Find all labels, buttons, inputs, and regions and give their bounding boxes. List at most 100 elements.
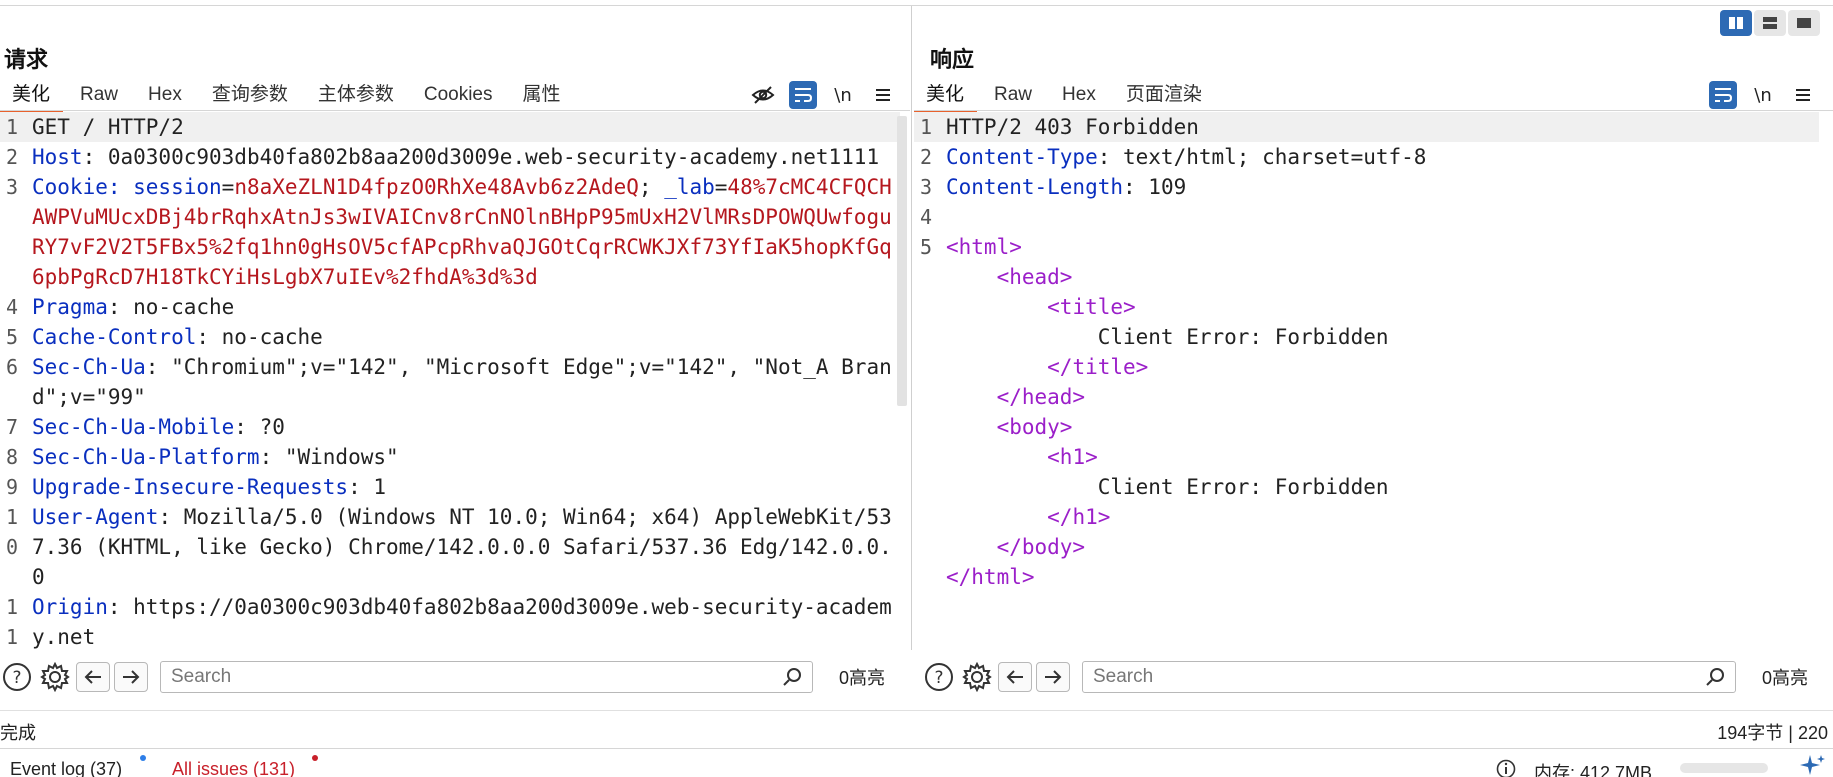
request-editor-divider: [0, 110, 910, 111]
memory-usage: 内存: 412.7MB: [1534, 763, 1653, 777]
tab-request-0[interactable]: 美化: [0, 78, 65, 114]
tab-response-3[interactable]: 页面渲染: [1111, 78, 1217, 112]
tab-request-5[interactable]: Cookies: [409, 78, 508, 112]
request-tools: \n: [749, 78, 897, 112]
issues-dot-icon: [312, 755, 318, 761]
next-arrow-icon[interactable]: [114, 662, 148, 692]
tab-response-0[interactable]: 美化: [914, 78, 979, 114]
settings-gear-icon[interactable]: [38, 660, 72, 694]
line-number: 2: [919, 145, 933, 169]
line-number: 6: [5, 355, 19, 379]
code-line: 9 Upgrade-Insecure-Requests: 1: [0, 472, 900, 502]
memory-bar: [1680, 763, 1768, 773]
request-editor[interactable]: 1 GET / HTTP/2 2 Host: 0a0300c903db40fa802b…: [0, 112, 900, 655]
bottom-bar: Event log (37) All issues (131) 内存: 412.…: [0, 748, 1833, 777]
line-number: 1: [5, 115, 19, 139]
previous-arrow-icon[interactable]: [998, 662, 1032, 692]
line-number: 4: [919, 205, 933, 229]
cookie-eq: =: [221, 175, 235, 199]
code-line: </body>: [914, 532, 1819, 562]
event-log-link[interactable]: Event log (37): [10, 759, 122, 777]
tab-request-3[interactable]: 查询参数: [197, 78, 303, 112]
tab-request-1[interactable]: Raw: [65, 78, 133, 112]
header-name: Sec-Ch-Ua: [32, 355, 146, 379]
cookie-sep: ;: [638, 175, 665, 199]
cookie-name: _lab: [664, 175, 715, 199]
all-issues-link[interactable]: All issues (131): [172, 759, 295, 777]
header-value: : Mozilla/5.0 (Windows NT 10.0; Win64; x…: [32, 505, 892, 589]
line-number: 7: [5, 415, 19, 439]
request-title: 请求: [4, 47, 49, 72]
line-number: 8: [5, 445, 19, 469]
response-title: 响应: [930, 47, 975, 72]
newline-toggle-icon[interactable]: \n: [1749, 81, 1777, 109]
code-line: 1 HTTP/2 403 Forbidden: [914, 112, 1819, 142]
previous-arrow-icon[interactable]: [76, 662, 110, 692]
line-number: 11: [5, 595, 19, 649]
code-line: </head>: [914, 382, 1819, 412]
header-value: : 0a0300c903db40fa802b8aa200d3009e.web-s…: [82, 145, 880, 169]
line-text: HTTP/2 403 Forbidden: [946, 115, 1199, 139]
ai-sparkle-icon[interactable]: [1798, 753, 1828, 777]
status-bar: 完成 194字节 | 220: [0, 710, 1833, 744]
tab-response-2[interactable]: Hex: [1047, 78, 1111, 112]
header-name: Sec-Ch-Ua-Platform: [32, 445, 260, 469]
code-line: </h1>: [914, 502, 1819, 532]
html-tag: <body>: [996, 415, 1073, 439]
search-input[interactable]: [1093, 666, 1705, 688]
response-search-bar: ? 0高亮: [922, 653, 1833, 701]
header-value: : 1: [348, 475, 387, 499]
word-wrap-icon[interactable]: [789, 81, 817, 109]
html-tag: </h1>: [1047, 505, 1111, 529]
response-tools: \n: [1709, 78, 1817, 112]
code-line: <title>: [914, 292, 1819, 322]
line-number: 5: [919, 235, 933, 259]
code-line: </html>: [914, 562, 1819, 592]
help-icon[interactable]: ?: [922, 660, 956, 694]
request-pane: 请求 美化 Raw Hex 查询参数 主体参数 Cookies 属性 \n 1 GET / H…: [0, 6, 912, 650]
html-tag: </head>: [996, 385, 1086, 409]
header-name: Upgrade-Insecure-Requests: [32, 475, 349, 499]
tab-request-4[interactable]: 主体参数: [303, 78, 409, 112]
help-icon[interactable]: ?: [0, 660, 34, 694]
header-value: : 109: [1123, 175, 1187, 199]
header-name: Origin: [32, 595, 108, 619]
header-value: : "Windows": [259, 445, 399, 469]
response-editor[interactable]: 1 HTTP/2 403 Forbidden 2 Content-Type: text…: [914, 112, 1819, 655]
header-value: : "Chromium";v="142", "Microsoft Edge";v…: [32, 355, 892, 409]
code-line: 4: [914, 202, 1819, 232]
header-name: User-Agent: [32, 505, 159, 529]
code-line: Client Error: Forbidden: [914, 322, 1819, 352]
info-icon[interactable]: [1496, 759, 1516, 777]
tab-response-1[interactable]: Raw: [979, 78, 1047, 112]
code-line: 2 Content-Type: text/html; charset=utf-8: [914, 142, 1819, 172]
request-scrollbar[interactable]: [897, 116, 907, 406]
menu-icon[interactable]: [869, 81, 897, 109]
response-tabs: 美化 Raw Hex 页面渲染: [914, 78, 1217, 114]
code-line: 5 Cache-Control: no-cache: [0, 322, 900, 352]
tab-request-6[interactable]: 属性: [508, 78, 576, 112]
next-arrow-icon[interactable]: [1036, 662, 1070, 692]
cookie-eq: =: [714, 175, 728, 199]
newline-toggle-icon[interactable]: \n: [829, 81, 857, 109]
html-tag: </html>: [946, 565, 1035, 589]
code-line: 5 <html>: [914, 232, 1819, 262]
menu-icon[interactable]: [1789, 81, 1817, 109]
settings-gear-icon[interactable]: [960, 660, 994, 694]
hide-eye-icon[interactable]: [749, 81, 777, 109]
code-line: 3 Content-Length: 109: [914, 172, 1819, 202]
word-wrap-icon[interactable]: [1709, 81, 1737, 109]
header-name: Content-Length: [946, 175, 1124, 199]
response-pane: 响应 美化 Raw Hex 页面渲染 \n 1 HTTP/2 403 Forbidden…: [914, 6, 1833, 650]
search-input[interactable]: [171, 666, 782, 688]
svg-text:?: ?: [12, 668, 21, 688]
code-line: 1 GET / HTTP/2: [0, 112, 900, 142]
tab-request-2[interactable]: Hex: [133, 78, 197, 112]
line-number: 3: [919, 175, 933, 199]
